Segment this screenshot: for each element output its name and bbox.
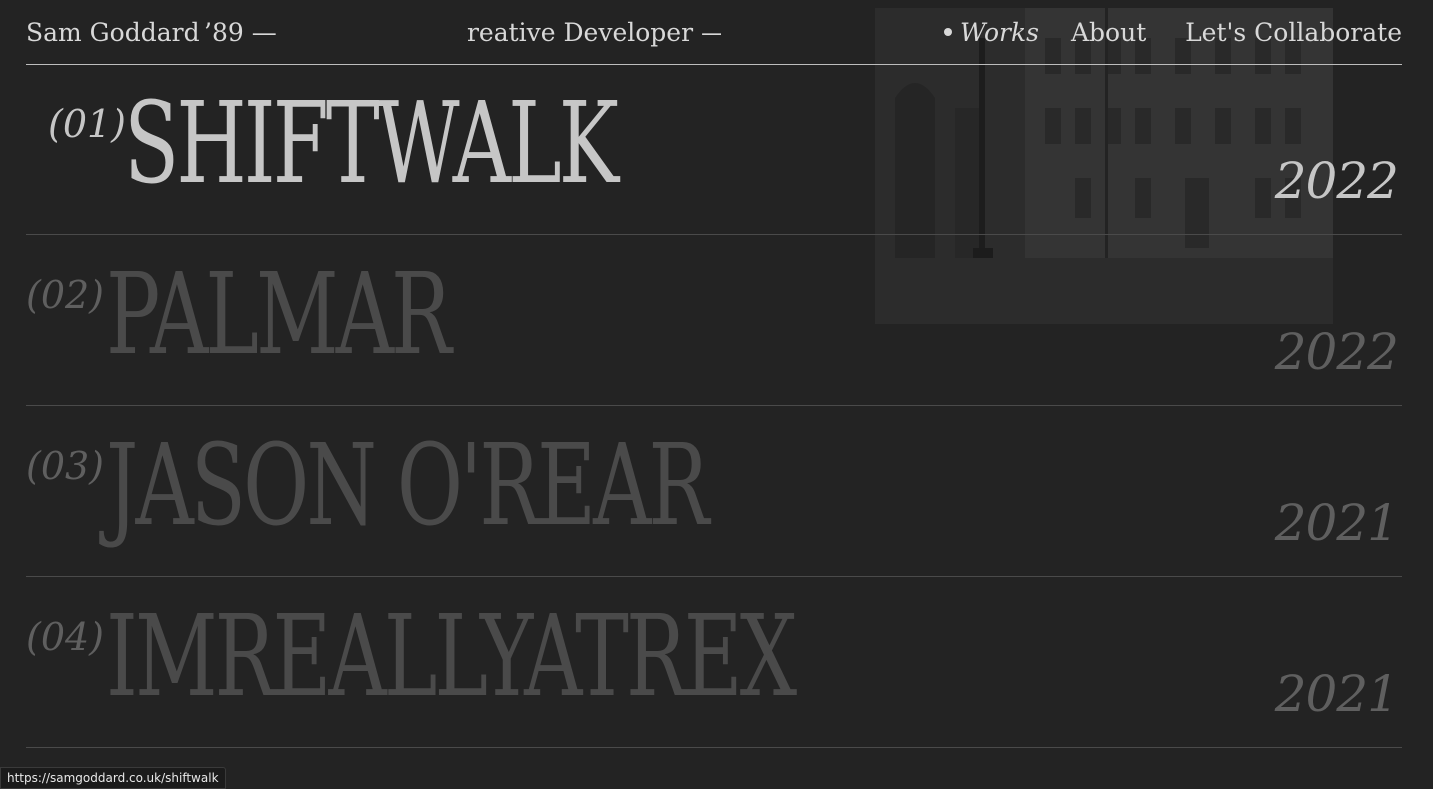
work-title[interactable]: JASON O'REAR xyxy=(106,416,709,556)
work-number: (01) xyxy=(48,102,127,146)
site-header: Sam Goddard ’89 — ’reative Developer — A… xyxy=(26,0,1402,65)
nav-collaborate[interactable]: Let's Collaborate xyxy=(1185,18,1402,47)
work-row-shiftwalk[interactable]: (01) SHIFTWALK 2022 xyxy=(26,64,1402,235)
work-title[interactable]: SHIFTWALK xyxy=(124,74,619,214)
work-number: (04) xyxy=(26,615,105,659)
active-dot-icon xyxy=(944,27,952,36)
role-ticker-text: ’reative Developer — Av xyxy=(465,18,721,47)
works-list: (01) SHIFTWALK 2022 (02) PALMAR 2022 (03… xyxy=(26,64,1402,748)
brand-name[interactable]: Sam Goddard xyxy=(26,18,200,47)
role-ticker: ’reative Developer — Av xyxy=(465,18,721,52)
brand-year: ’89 — xyxy=(204,18,277,47)
work-year: 2021 xyxy=(1274,494,1399,552)
work-number: (03) xyxy=(26,444,105,488)
work-year: 2022 xyxy=(1274,152,1399,210)
work-row-palmar[interactable]: (02) PALMAR 2022 xyxy=(26,235,1402,406)
nav-works-label: Works xyxy=(960,18,1039,47)
work-title[interactable]: PALMAR xyxy=(106,245,452,385)
nav-about[interactable]: About xyxy=(1071,18,1146,47)
work-title[interactable]: IMREALLYATREX xyxy=(106,587,797,727)
work-row-jason-orear[interactable]: (03) JASON O'REAR 2021 xyxy=(26,406,1402,577)
work-year: 2021 xyxy=(1274,665,1399,723)
work-year: 2022 xyxy=(1274,323,1399,381)
work-row-imreallyatrex[interactable]: (04) IMREALLYATREX 2021 xyxy=(26,577,1402,748)
nav-works[interactable]: Works xyxy=(944,18,1039,47)
status-bar-url: https://samgoddard.co.uk/shiftwalk xyxy=(0,767,226,789)
work-number: (02) xyxy=(26,273,105,317)
